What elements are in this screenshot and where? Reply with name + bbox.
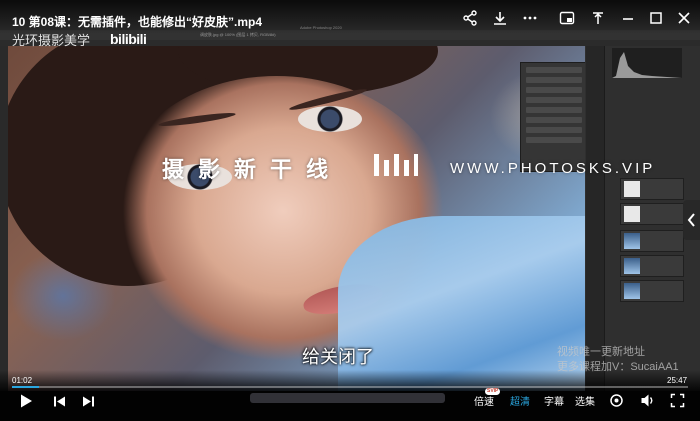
- bilibili-logo: bilibili: [110, 31, 147, 47]
- close-icon[interactable]: [676, 10, 692, 26]
- previous-icon[interactable]: [53, 395, 66, 408]
- current-time: 01:02: [12, 376, 33, 385]
- share-icon[interactable]: [462, 10, 478, 26]
- layer-item: [620, 255, 684, 277]
- photoshop-properties-panel: [520, 62, 588, 172]
- pip-icon[interactable]: [559, 10, 575, 26]
- danmaku-settings-icon[interactable]: [609, 393, 624, 408]
- play-icon[interactable]: [18, 393, 34, 409]
- minimize-icon[interactable]: [620, 10, 636, 26]
- download-icon[interactable]: [492, 10, 508, 26]
- layer-item: [620, 178, 684, 200]
- eye-shape: [298, 106, 362, 132]
- chevron-left-icon: [687, 213, 695, 227]
- layer-item: [620, 203, 684, 225]
- side-panel-toggle[interactable]: [683, 200, 700, 240]
- channel-watermark: 光环摄影美学: [12, 33, 91, 48]
- fullscreen-icon[interactable]: [670, 393, 685, 408]
- video-frame: [8, 46, 585, 391]
- next-icon[interactable]: [82, 395, 95, 408]
- quality-button[interactable]: 超清: [510, 393, 530, 408]
- video-subtitle: 给关闭了: [302, 347, 374, 367]
- mac-dock: [250, 393, 445, 403]
- photoshop-toolbar: [0, 46, 8, 391]
- video-title: 10 第08课：无需插件，也能修出“好皮肤”.mp4: [12, 15, 263, 29]
- brand-watermark: 摄影新干线: [162, 157, 343, 182]
- svip-badge: SVIP: [485, 388, 501, 395]
- notice-line: 视频唯一更新地址: [557, 346, 645, 358]
- shirt-shape: [338, 216, 585, 391]
- more-icon[interactable]: [522, 10, 538, 26]
- subtitle-button[interactable]: 字幕: [544, 393, 564, 408]
- speed-button[interactable]: 倍速: [474, 393, 494, 408]
- maximize-icon[interactable]: [648, 10, 664, 26]
- layer-item: [620, 280, 684, 302]
- layer-item: [620, 230, 684, 252]
- photoshop-panel-strip: [586, 46, 605, 391]
- episodes-button[interactable]: 选集: [575, 393, 595, 408]
- brand-url: WWW.PHOTOSKS.VIP: [450, 160, 656, 177]
- video-player[interactable]: Adobe Photoshop 2020 调皮肤.jpg @ 100% (图层 …: [0, 0, 700, 421]
- brand-logo-icon: [374, 154, 418, 176]
- histogram: [612, 48, 682, 78]
- pin-icon[interactable]: [590, 10, 606, 26]
- duration: 25:47: [667, 376, 688, 385]
- volume-icon[interactable]: [640, 393, 655, 408]
- progress-played: [12, 386, 40, 388]
- progress-bar[interactable]: [12, 386, 688, 388]
